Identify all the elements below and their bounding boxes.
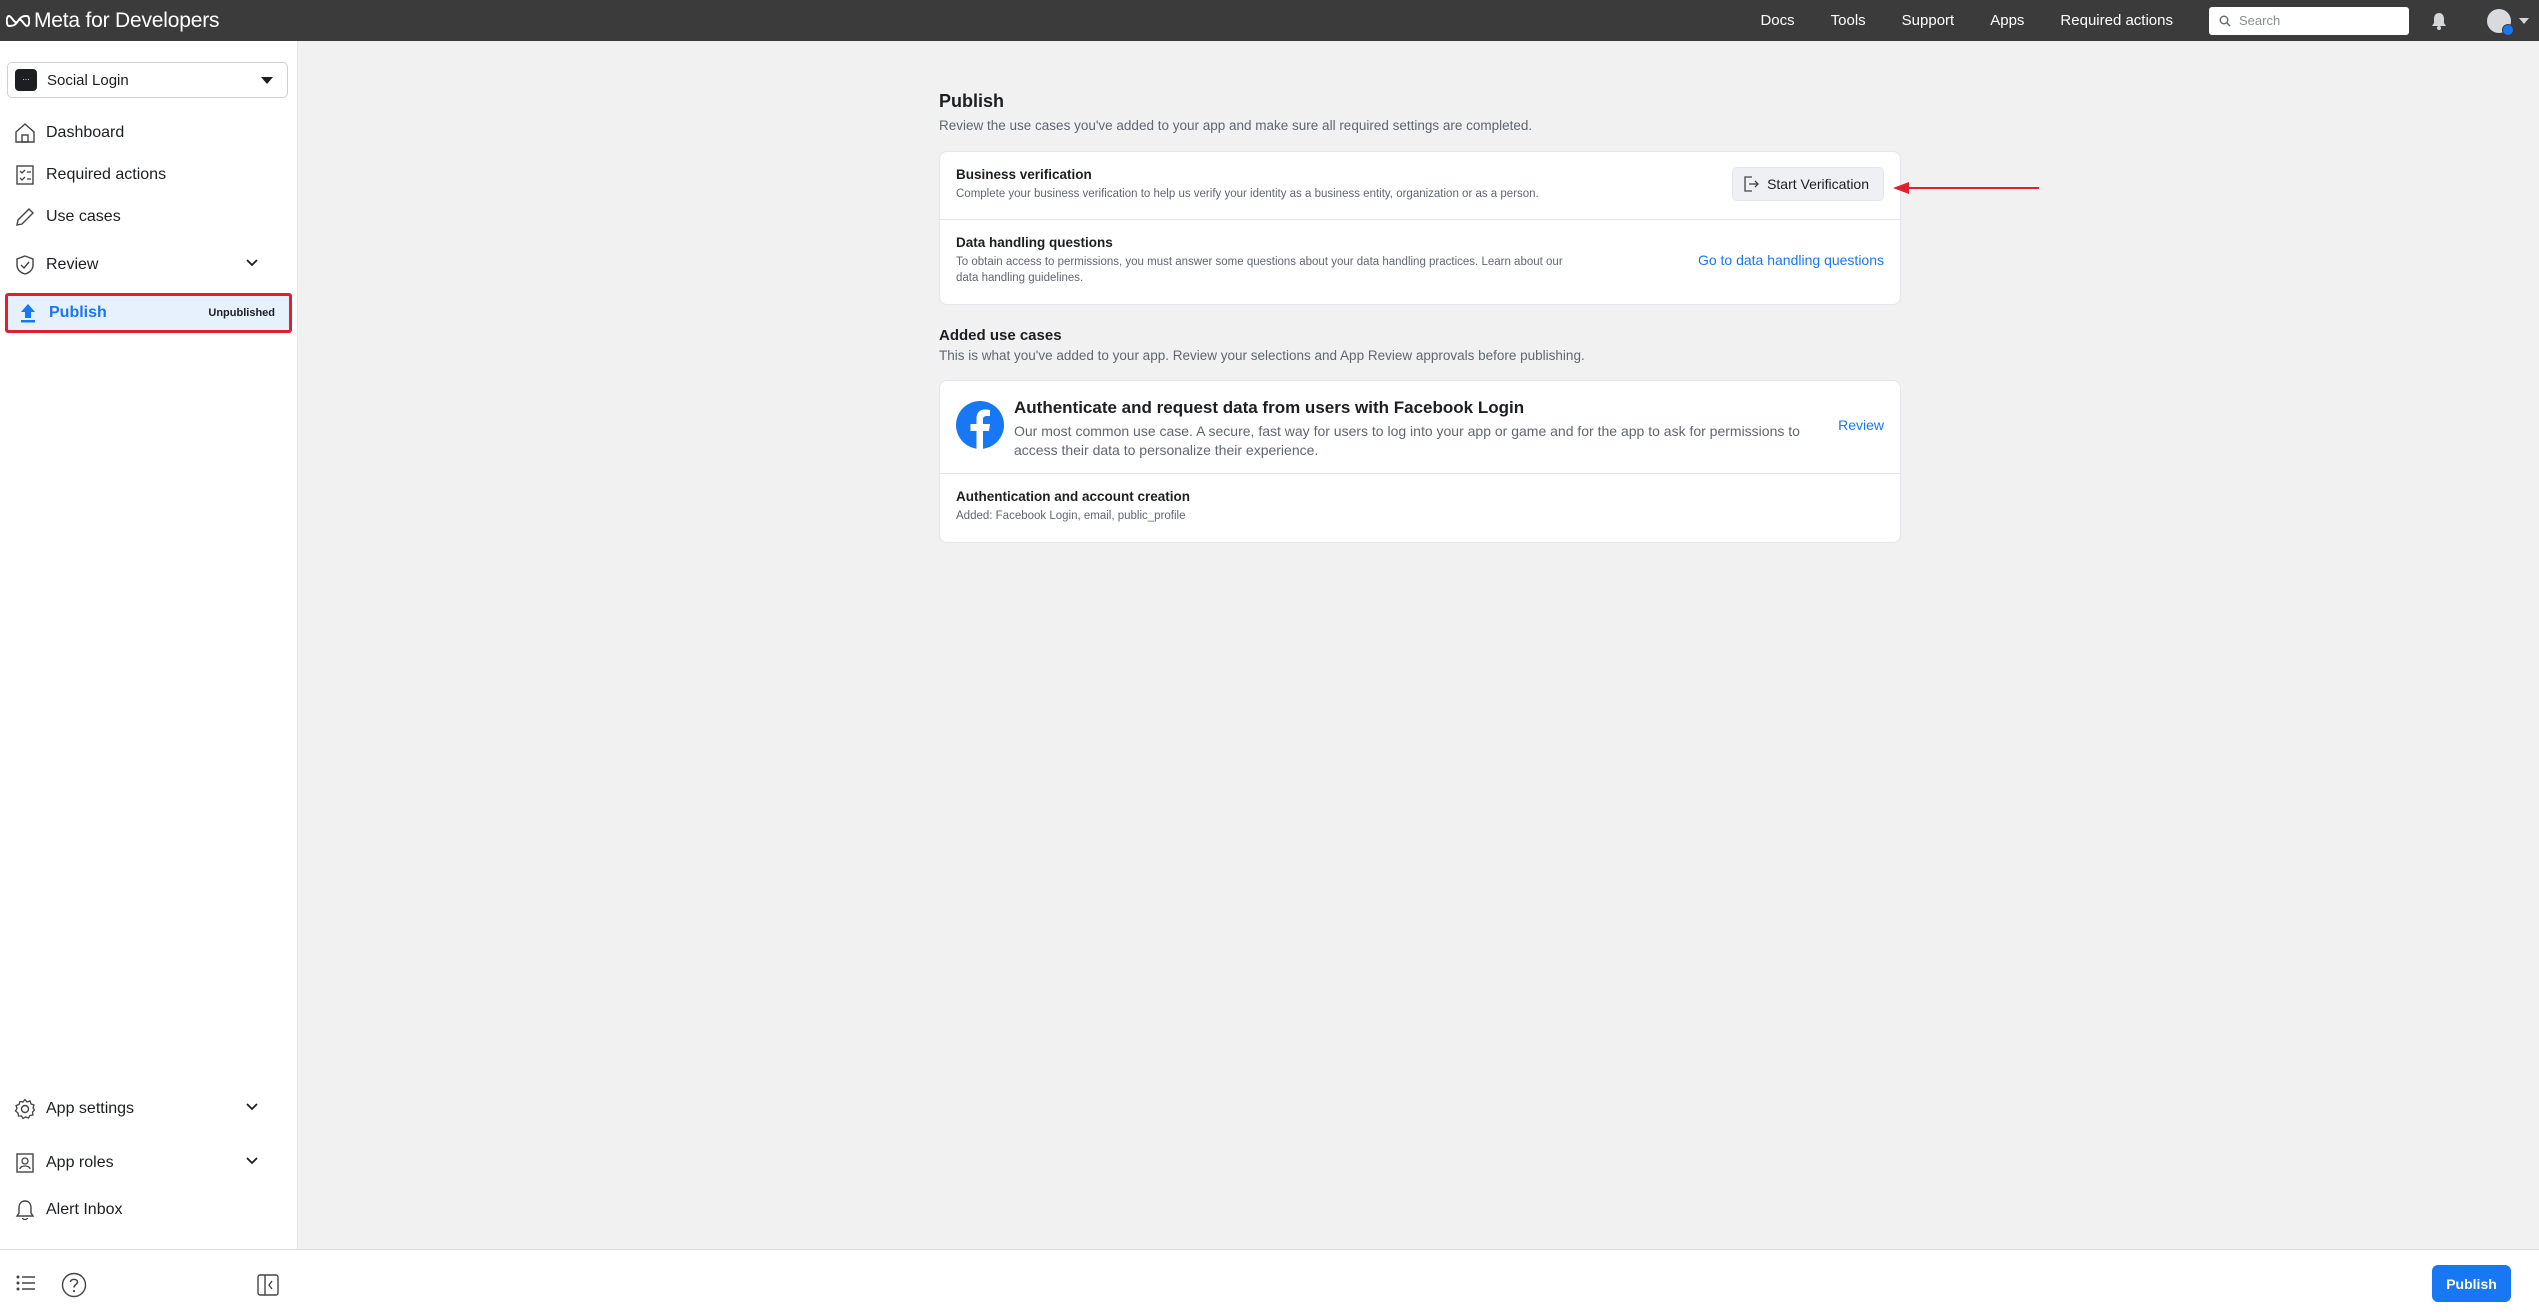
bell-icon bbox=[12, 1197, 38, 1223]
meta-infinity-icon bbox=[6, 14, 30, 27]
avatar bbox=[2487, 8, 2514, 36]
auth-desc: Added: Facebook Login, email, public_pro… bbox=[956, 510, 1186, 522]
sidebar-item-dashboard[interactable]: Dashboard bbox=[12, 117, 288, 149]
sidebar-item-alert-inbox[interactable]: Alert Inbox bbox=[12, 1194, 288, 1226]
gear-icon bbox=[12, 1096, 38, 1122]
chevron-down-icon bbox=[246, 259, 258, 267]
exit-door-icon bbox=[1744, 176, 1759, 192]
sidebar-footer bbox=[0, 1249, 298, 1315]
search-box bbox=[2209, 6, 2409, 35]
nav-support[interactable]: Support bbox=[1902, 12, 1955, 29]
account-menu[interactable] bbox=[2487, 8, 2529, 36]
data-handling-title: Data handling questions bbox=[956, 235, 1113, 250]
data-handling-link[interactable]: Go to data handling questions bbox=[1698, 252, 1884, 268]
list-icon[interactable] bbox=[16, 1275, 36, 1296]
sidebar-item-use-cases[interactable]: Use cases bbox=[12, 201, 288, 233]
top-nav: Docs Tools Support Apps Required actions bbox=[1760, 0, 2539, 41]
brand-name: Meta for Developers bbox=[34, 8, 220, 32]
top-bar: Meta for Developers Docs Tools Support A… bbox=[0, 0, 2539, 41]
sidebar-item-label: Use cases bbox=[46, 208, 121, 225]
page-subtitle: Review the use cases you've added to you… bbox=[939, 118, 1533, 133]
home-icon bbox=[12, 120, 38, 146]
data-handling-desc: To obtain access to permissions, you mus… bbox=[956, 256, 1563, 284]
use-case-row: Authenticate and request data from users… bbox=[940, 381, 1900, 474]
sidebar-item-label: Required actions bbox=[46, 166, 167, 183]
nav-docs[interactable]: Docs bbox=[1760, 12, 1794, 29]
use-case-desc: Our most common use case. A secure, fast… bbox=[1014, 423, 1800, 458]
sidebar-item-publish[interactable]: Publish Unpublished bbox=[5, 293, 292, 333]
search-input[interactable] bbox=[2239, 13, 2399, 28]
sidebar-item-label: App settings bbox=[46, 1100, 135, 1117]
sidebar-item-review[interactable]: Review bbox=[12, 249, 288, 281]
start-verification-button[interactable]: Start Verification bbox=[1732, 167, 1884, 201]
chevron-down-icon bbox=[246, 1157, 258, 1165]
sidebar-item-label: Alert Inbox bbox=[46, 1201, 123, 1218]
auth-row: Authentication and account creation Adde… bbox=[940, 474, 1900, 542]
start-verification-label: Start Verification bbox=[1767, 176, 1869, 192]
caret-down-icon bbox=[261, 77, 273, 84]
nav-required-actions[interactable]: Required actions bbox=[2060, 12, 2173, 29]
sidebar-item-label: Review bbox=[46, 256, 99, 273]
facebook-badge-icon bbox=[2502, 23, 2514, 36]
use-case-title: Authenticate and request data from users… bbox=[1014, 398, 1525, 417]
sidebar-item-app-settings[interactable]: App settings bbox=[12, 1093, 288, 1125]
chevron-down-icon bbox=[246, 1103, 258, 1111]
business-verification-row: Business verification Complete your busi… bbox=[940, 152, 1900, 220]
app-icon: ⋯ bbox=[15, 69, 37, 91]
upload-icon bbox=[15, 300, 41, 326]
requirements-card: Business verification Complete your busi… bbox=[939, 151, 1901, 305]
page-title: Publish bbox=[939, 91, 1005, 111]
sidebar: ⋯ Social Login Dashboard Required action… bbox=[0, 41, 298, 1249]
panel-toggle-icon[interactable] bbox=[257, 1274, 279, 1301]
use-cases-card: Authenticate and request data from users… bbox=[939, 380, 1901, 543]
checklist-icon bbox=[12, 162, 38, 188]
sidebar-item-label: App roles bbox=[46, 1154, 114, 1171]
app-name: Social Login bbox=[47, 71, 129, 89]
app-selector[interactable]: ⋯ Social Login bbox=[7, 62, 288, 98]
shield-check-icon bbox=[12, 252, 38, 278]
user-badge-icon bbox=[12, 1150, 38, 1176]
bell-icon bbox=[2432, 12, 2446, 30]
use-case-review-link[interactable]: Review bbox=[1838, 417, 1884, 433]
auth-title: Authentication and account creation bbox=[956, 489, 1191, 504]
nav-tools[interactable]: Tools bbox=[1831, 12, 1866, 29]
data-handling-row: Data handling questions To obtain access… bbox=[940, 220, 1900, 304]
nav-apps[interactable]: Apps bbox=[1990, 12, 2024, 29]
meta-logo[interactable]: Meta for Developers bbox=[6, 9, 219, 33]
sidebar-item-required-actions[interactable]: Required actions bbox=[12, 159, 288, 191]
help-icon[interactable] bbox=[61, 1272, 87, 1303]
main-content: Publish Review the use cases you've adde… bbox=[939, 91, 1901, 543]
pencil-icon bbox=[12, 204, 38, 230]
sidebar-item-label: Publish bbox=[49, 304, 107, 321]
publish-button[interactable]: Publish bbox=[2432, 1265, 2511, 1302]
notifications-button[interactable] bbox=[2431, 12, 2447, 30]
chevron-down-icon bbox=[2519, 17, 2529, 24]
search-icon bbox=[2219, 15, 2231, 26]
sidebar-item-app-roles[interactable]: App roles bbox=[12, 1147, 288, 1179]
added-use-cases-title: Added use cases bbox=[939, 327, 1062, 344]
facebook-logo-icon bbox=[956, 401, 1004, 449]
bottom-action-bar: Publish bbox=[298, 1249, 2539, 1315]
sidebar-item-label: Dashboard bbox=[46, 124, 125, 141]
added-use-cases-subtitle: This is what you've added to your app. R… bbox=[939, 348, 1585, 363]
status-badge: Unpublished bbox=[208, 307, 275, 319]
annotation-arrow-icon bbox=[1893, 182, 2039, 194]
